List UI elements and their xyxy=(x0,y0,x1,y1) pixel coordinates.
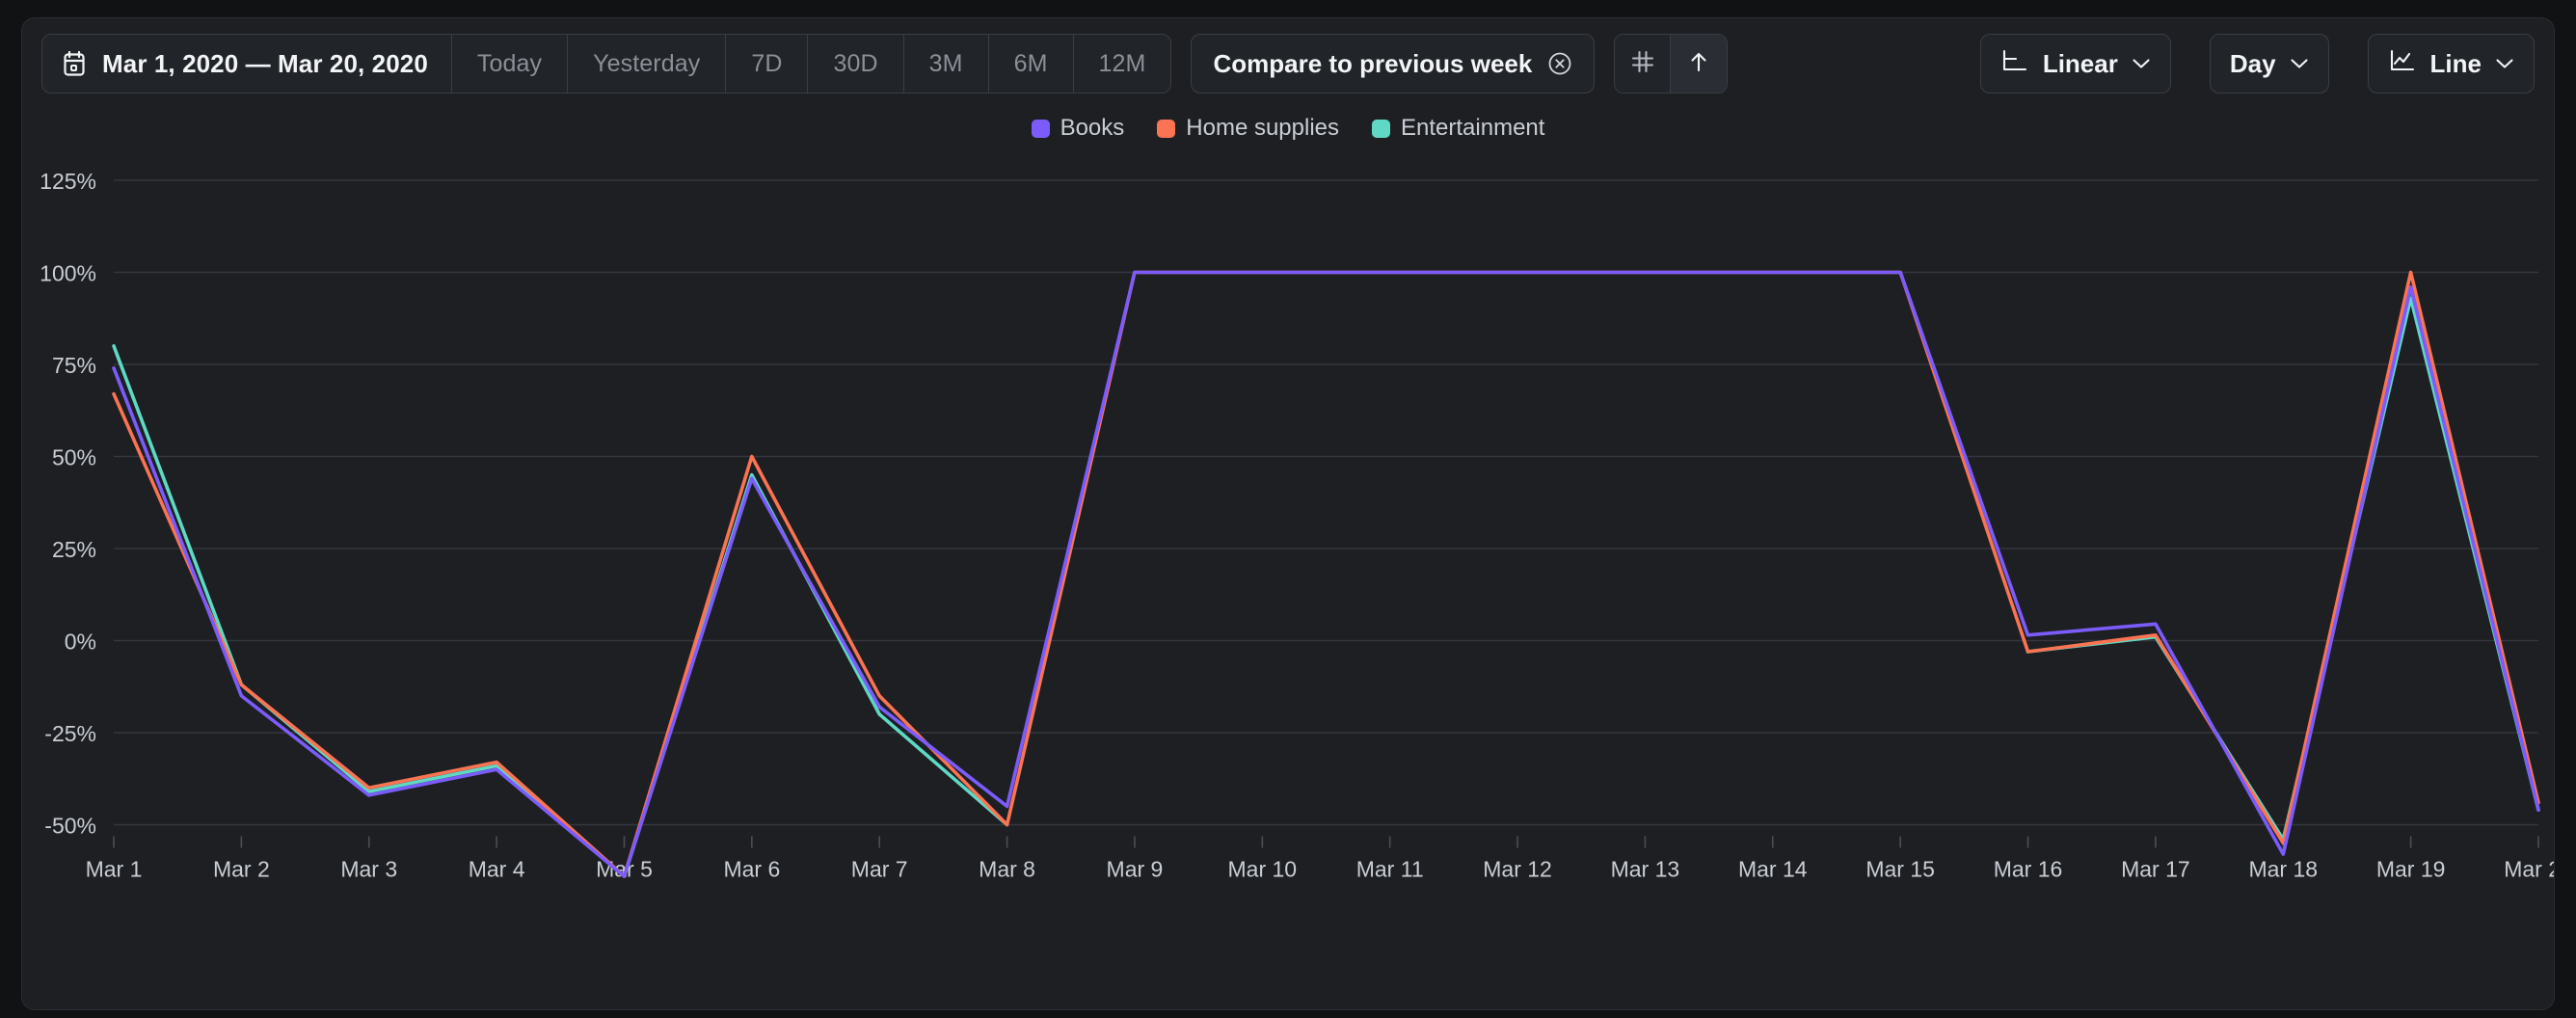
date-range-button[interactable]: Mar 1, 2020 — Mar 20, 2020 xyxy=(42,35,452,93)
grid-icon xyxy=(1630,49,1655,79)
x-axis-tick-label: Mar 14 xyxy=(1738,857,1808,882)
x-axis-tick-label: Mar 8 xyxy=(979,857,1035,882)
scale-dropdown[interactable]: Linear xyxy=(1980,34,2171,94)
range-button-yesterday[interactable]: Yesterday xyxy=(568,35,726,93)
axis-icon xyxy=(2000,48,2029,80)
x-axis-tick-label: Mar 10 xyxy=(1228,857,1298,882)
chart-area: 125% 100% 75% 50% 25% 0% -25% -50% Mar 1 Mar 2 Mar… xyxy=(22,151,2554,980)
y-axis-tick-label: 100% xyxy=(40,261,96,286)
y-axis-tick-label: -50% xyxy=(44,814,96,839)
app-root: Mar 1, 2020 — Mar 20, 2020 Today Yesterd… xyxy=(0,0,2576,1018)
x-axis-tick-label: Mar 2 xyxy=(213,857,270,882)
x-axis-tick-label: Mar 16 xyxy=(1994,857,2063,882)
x-axis-tick-label: Mar 3 xyxy=(340,857,397,882)
legend-item[interactable]: Entertainment xyxy=(1372,115,1544,142)
y-axis-tick-label: 75% xyxy=(52,353,96,378)
range-button-6m[interactable]: 6M xyxy=(989,35,1074,93)
chart-toolbar: Mar 1, 2020 — Mar 20, 2020 Today Yesterd… xyxy=(41,34,2535,94)
arrow-up-icon xyxy=(1686,49,1711,79)
chart-type-dropdown[interactable]: Line xyxy=(2368,34,2535,94)
series-line[interactable] xyxy=(114,298,2538,876)
x-axis-tick-label: Mar 7 xyxy=(851,857,908,882)
scale-label: Linear xyxy=(2043,49,2118,79)
x-axis-tick-label: Mar 11 xyxy=(1356,857,1424,882)
legend-swatch xyxy=(1032,120,1050,138)
legend-item[interactable]: Home supplies xyxy=(1157,115,1339,142)
chevron-down-icon xyxy=(2290,57,2309,70)
series-line[interactable] xyxy=(114,273,2538,877)
legend-swatch xyxy=(1157,120,1175,138)
x-axis-tick-label: Mar 12 xyxy=(1483,857,1552,882)
legend-label: Books xyxy=(1060,115,1125,142)
x-axis-tick-label: Mar 17 xyxy=(2121,857,2190,882)
interval-dropdown[interactable]: Day xyxy=(2210,34,2329,94)
grid-view-button[interactable] xyxy=(1615,35,1671,93)
chart-type-label: Line xyxy=(2430,49,2482,79)
chart-legend: Books Home supplies Entertainment xyxy=(22,115,2554,142)
close-circle-icon[interactable] xyxy=(1547,51,1572,76)
range-button-12m[interactable]: 12M xyxy=(1074,35,1171,93)
y-axis-tick-label: 25% xyxy=(52,537,96,562)
y-axis-tick-label: 50% xyxy=(52,445,96,470)
legend-label: Home supplies xyxy=(1186,115,1339,142)
x-axis-tick-label: Mar 4 xyxy=(469,857,525,882)
legend-swatch xyxy=(1372,120,1390,138)
x-axis-tick-label: Mar 19 xyxy=(2376,857,2446,882)
line-chart-icon xyxy=(2388,48,2417,80)
x-axis-tick-label: Mar 1 xyxy=(86,857,143,882)
range-button-7d[interactable]: 7D xyxy=(726,35,808,93)
range-button-today[interactable]: Today xyxy=(452,35,568,93)
compare-chip[interactable]: Compare to previous week xyxy=(1191,34,1595,94)
y-axis-tick-label: 125% xyxy=(40,169,96,194)
interval-label: Day xyxy=(2230,49,2276,79)
range-button-30d[interactable]: 30D xyxy=(808,35,903,93)
chart-panel: Mar 1, 2020 — Mar 20, 2020 Today Yesterd… xyxy=(21,17,2555,1010)
compare-label: Compare to previous week xyxy=(1213,49,1532,79)
range-button-3m[interactable]: 3M xyxy=(904,35,989,93)
x-axis-tick-label: Mar 9 xyxy=(1107,857,1164,882)
legend-item[interactable]: Books xyxy=(1032,115,1125,142)
calendar-icon xyxy=(62,50,87,77)
sort-ascending-button[interactable] xyxy=(1671,35,1727,93)
x-axis-tick-label: Mar 18 xyxy=(2248,857,2318,882)
date-range-segmented-control: Mar 1, 2020 — Mar 20, 2020 Today Yesterd… xyxy=(41,34,1171,94)
x-axis-tick-label: Mar 13 xyxy=(1611,857,1680,882)
line-chart[interactable]: 125% 100% 75% 50% 25% 0% -25% -50% Mar 1 Mar 2 Mar… xyxy=(22,151,2554,980)
y-axis-tick-label: -25% xyxy=(44,721,96,746)
chevron-down-icon xyxy=(2495,57,2514,70)
x-axis-tick-label: Mar 6 xyxy=(723,857,780,882)
y-axis-tick-label: 0% xyxy=(65,630,96,655)
series-line[interactable] xyxy=(114,273,2538,877)
x-axis-tick-label: Mar 20 xyxy=(2504,857,2554,882)
date-range-label: Mar 1, 2020 — Mar 20, 2020 xyxy=(102,49,428,79)
view-mode-toggle-group xyxy=(1614,34,1728,94)
x-axis-tick-label: Mar 15 xyxy=(1865,857,1935,882)
legend-label: Entertainment xyxy=(1401,115,1544,142)
chevron-down-icon xyxy=(2132,57,2151,70)
